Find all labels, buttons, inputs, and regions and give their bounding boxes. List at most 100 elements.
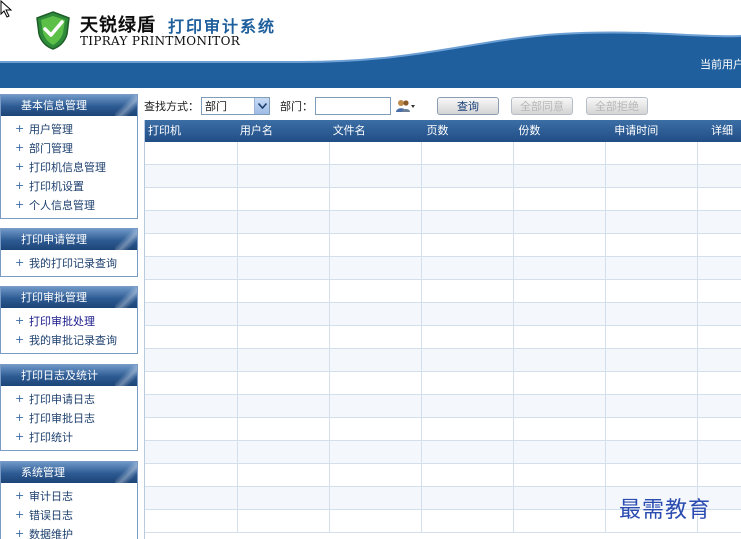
sidebar-item-data-maintenance[interactable]: + 数据维护 [1,524,137,539]
table-cell [698,234,741,256]
table-cell [145,372,238,394]
table-cell [422,487,514,509]
watermark-text: 最需教育 [619,498,712,523]
table-cell [422,303,514,325]
sidebar-item-personal-info[interactable]: + 个人信息管理 [1,195,137,214]
sidebar-item-my-approval-records[interactable]: + 我的审批记录查询 [1,330,137,349]
sidebar-item-department-management[interactable]: + 部门管理 [1,138,137,157]
sidebar-item-audit-log[interactable]: + 审计日志 [1,486,137,505]
table-cell [330,487,422,509]
table-row [145,418,741,441]
table-cell [514,510,606,532]
column-header-filename[interactable]: 文件名 [332,120,424,142]
table-cell [422,280,514,302]
plus-icon: + [15,122,25,135]
query-button[interactable]: 查询 [437,97,499,115]
column-header-printer[interactable]: 打印机 [145,120,238,142]
column-header-pages[interactable]: 页数 [424,120,516,142]
table-cell [422,188,514,210]
search-toolbar: 查找方式： 部门 部门： 查询 全部同意 全部拒绝 [144,95,741,117]
table-cell [514,372,606,394]
users-picker-icon[interactable] [395,98,415,114]
table-cell [238,303,330,325]
table-row [145,372,741,395]
table-cell [514,441,606,463]
table-cell [698,395,741,417]
panel-print-request: 打印申请管理 + 我的打印记录查询 [0,228,138,277]
reject-all-button[interactable]: 全部拒绝 [586,97,648,115]
table-cell [698,349,741,371]
table-cell [330,510,422,532]
table-cell [514,142,606,164]
panel-header[interactable]: 系统管理 [1,462,137,483]
panel-header[interactable]: 打印审批管理 [1,287,137,308]
table-row [145,142,741,165]
table-cell [514,303,606,325]
table-cell [606,349,698,371]
sidebar-item-error-log[interactable]: + 错误日志 [1,505,137,524]
table-cell [145,142,238,164]
table-cell [606,418,698,440]
sidebar-item-approval-processing[interactable]: + 打印审批处理 [1,311,137,330]
records-table: 打印机 用户名 文件名 页数 份数 申请时间 详细 [144,120,741,539]
plus-icon: + [15,179,25,192]
table-cell [145,188,238,210]
sidebar-item-print-stats[interactable]: + 打印统计 [1,427,137,446]
plus-icon: + [15,508,25,521]
table-cell [514,188,606,210]
department-input[interactable] [315,97,391,115]
table-cell [698,280,741,302]
table-cell [422,234,514,256]
table-cell [514,326,606,348]
table-cell [422,257,514,279]
table-row [145,326,741,349]
sidebar-item-printer-info[interactable]: + 打印机信息管理 [1,157,137,176]
table-cell [145,464,238,486]
table-row [145,280,741,303]
mouse-cursor-icon [0,0,13,18]
table-cell [698,303,741,325]
table-cell [698,257,741,279]
column-header-details[interactable]: 详细 [699,120,741,142]
table-cell [145,487,238,509]
column-header-copies[interactable]: 份数 [515,120,607,142]
sidebar-item-printer-settings[interactable]: + 打印机设置 [1,176,137,195]
table-cell [514,418,606,440]
column-header-request-time[interactable]: 申请时间 [607,120,699,142]
table-cell [145,326,238,348]
sidebar-item-my-print-records[interactable]: + 我的打印记录查询 [1,253,137,272]
table-cell [238,234,330,256]
plus-icon: + [15,141,25,154]
sidebar-item-request-log[interactable]: + 打印申请日志 [1,389,137,408]
table-cell [238,211,330,233]
panel-print-approval: 打印审批管理 + 打印审批处理 + 我的审批记录查询 [0,286,138,354]
panel-header[interactable]: 打印申请管理 [1,229,137,250]
table-row [145,395,741,418]
sidebar: 基本信息管理 + 用户管理 + 部门管理 + 打印机信息管理 + 打印机设置 + 个人信息… [0,94,140,539]
search-mode-select[interactable]: 部门 [201,97,270,115]
table-cell [238,326,330,348]
column-header-username[interactable]: 用户名 [238,120,332,142]
panel-header[interactable]: 基本信息管理 [1,95,137,116]
table-cell [422,510,514,532]
approve-all-button[interactable]: 全部同意 [511,97,573,115]
table-cell [422,441,514,463]
table-cell [514,395,606,417]
table-cell [698,464,741,486]
table-cell [330,349,422,371]
table-row [145,234,741,257]
table-cell [330,280,422,302]
table-cell [422,418,514,440]
table-cell [145,280,238,302]
sidebar-item-user-management[interactable]: + 用户管理 [1,119,137,138]
table-cell [606,326,698,348]
table-row [145,165,741,188]
table-cell [238,372,330,394]
plus-icon: + [15,198,25,211]
sidebar-item-approval-log[interactable]: + 打印审批日志 [1,408,137,427]
department-label: 部门： [280,100,313,113]
table-cell [606,395,698,417]
panel-header[interactable]: 打印日志及统计 [1,365,137,386]
chevron-down-icon[interactable] [254,98,269,114]
table-cell [145,349,238,371]
